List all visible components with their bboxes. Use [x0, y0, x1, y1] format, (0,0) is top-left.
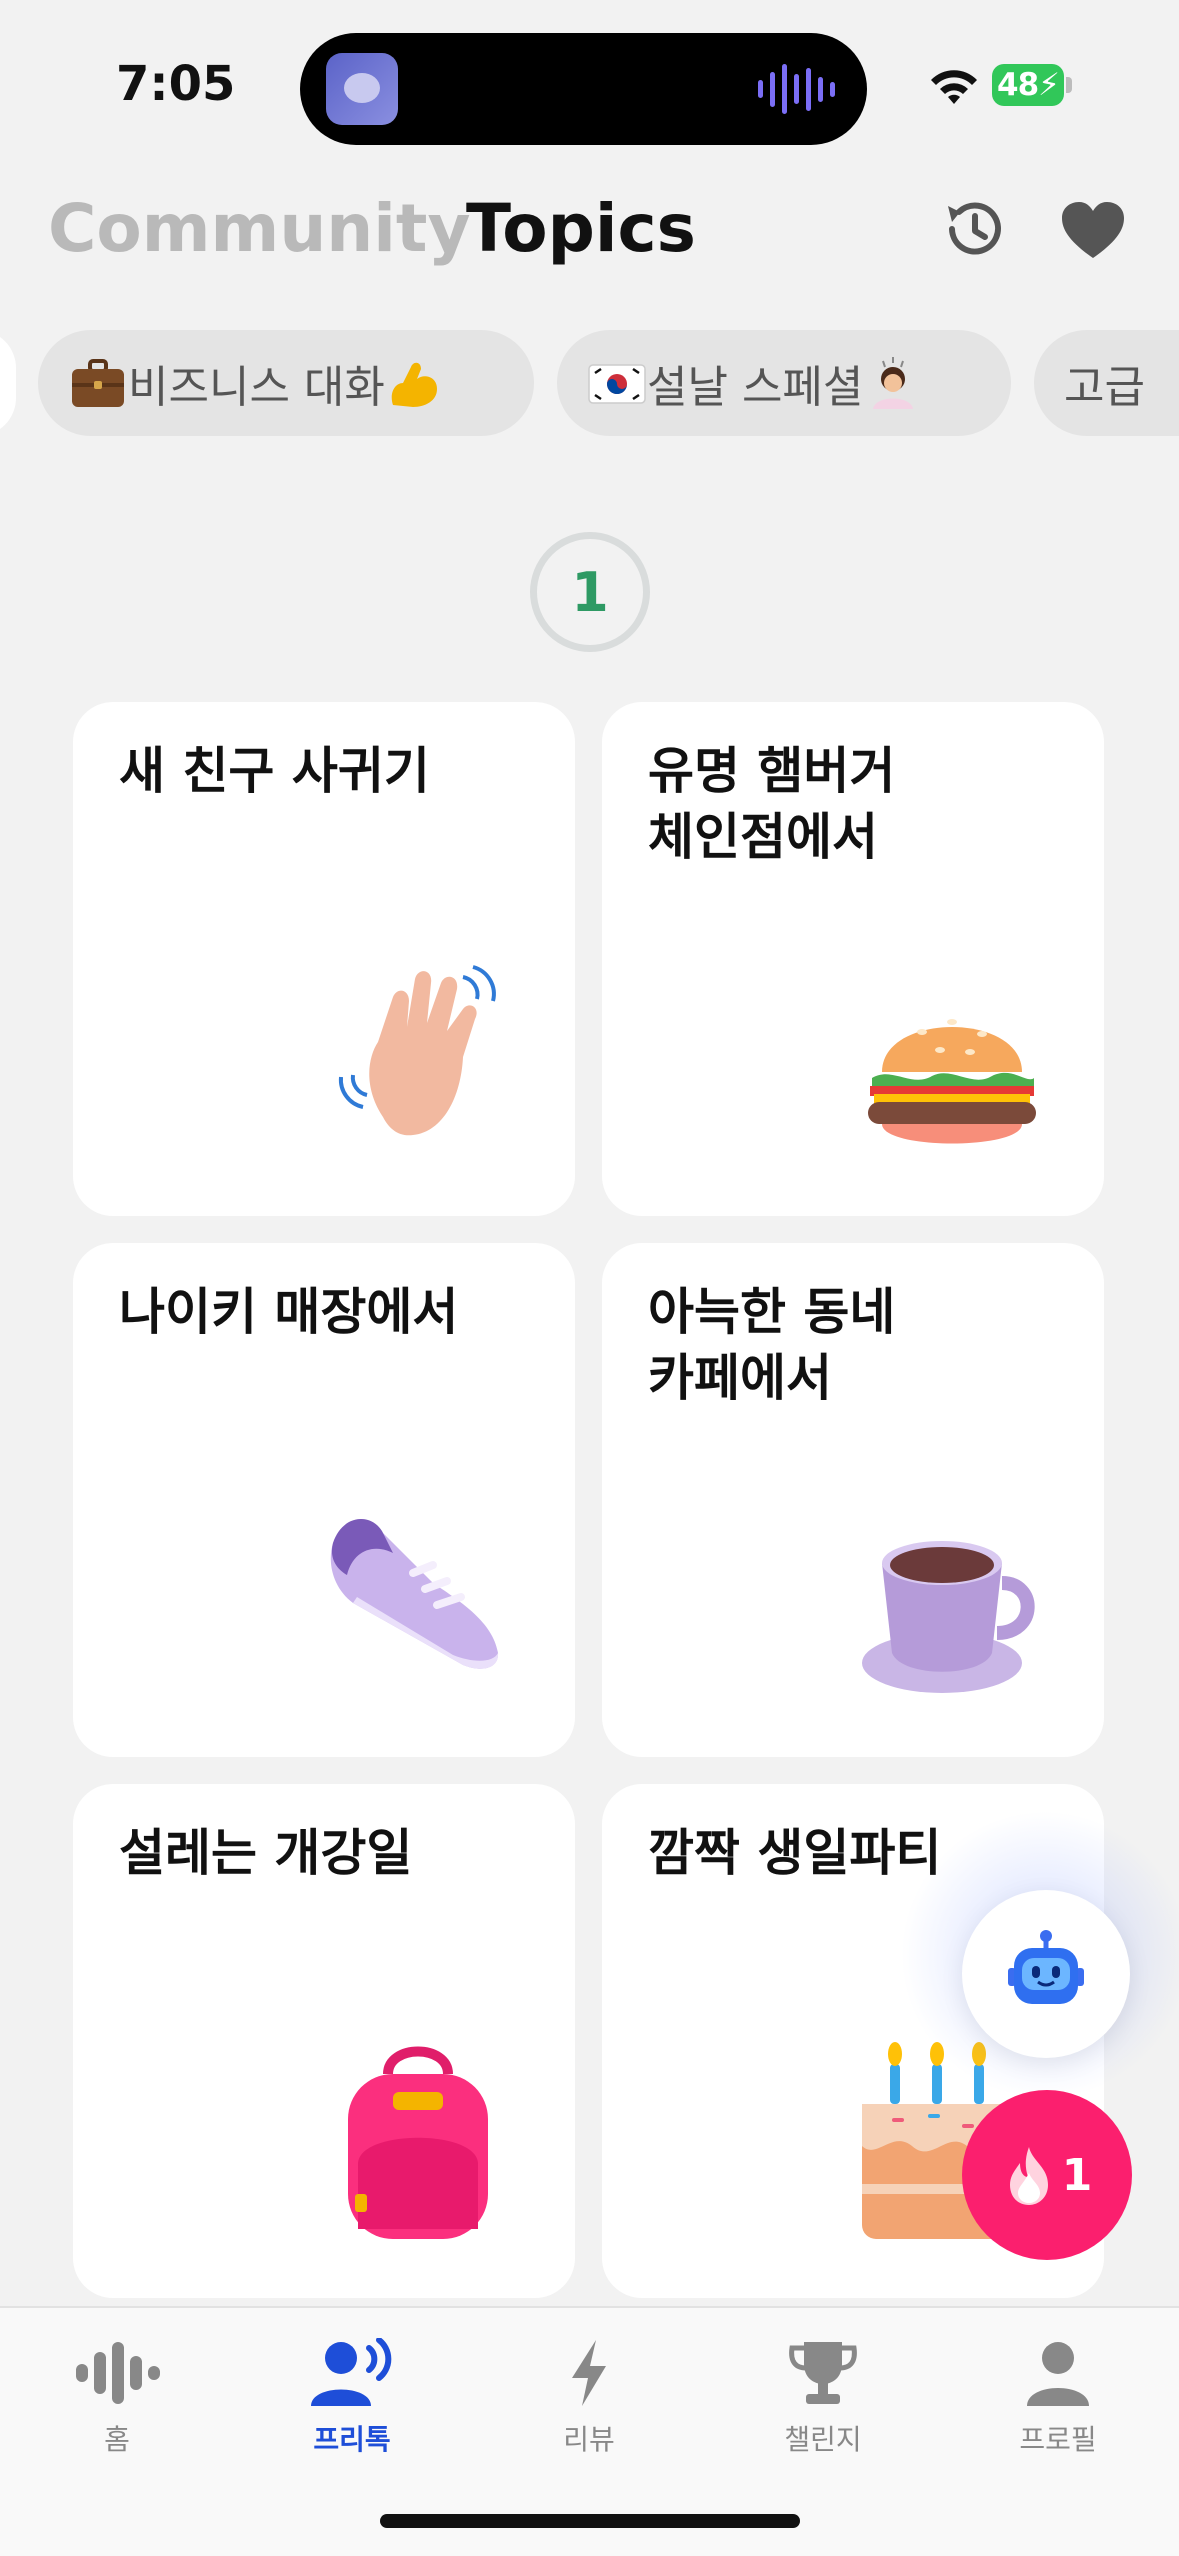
wave-bar [830, 81, 835, 97]
streak-button[interactable]: 1 [962, 2090, 1132, 2260]
topic-card[interactable]: 나이키 매장에서 [73, 1243, 575, 1757]
topic-card[interactable]: 새 친구 사귀기 [73, 702, 575, 1216]
category-chip[interactable] [0, 330, 16, 436]
tab-label: 프로필 [1019, 2423, 1097, 2456]
flexed-biceps-icon [391, 362, 437, 407]
tab-challenge[interactable]: 챌린지 [733, 2338, 913, 2458]
header: Community Topics [0, 180, 1179, 280]
app-icon [326, 53, 398, 125]
history-icon[interactable] [940, 194, 1010, 264]
person-icon [1027, 2342, 1089, 2406]
category-label: 고급 [1064, 362, 1145, 413]
robot-icon [1008, 1930, 1084, 2004]
tab-profile[interactable]: 프로필 [968, 2338, 1148, 2458]
topic-card[interactable]: 유명 햄버거 체인점에서 [602, 702, 1104, 1216]
topic-card-title: 유명 햄버거 체인점에서 [648, 742, 896, 866]
category-chip-business[interactable]: 비즈니스 대화 [38, 330, 534, 436]
topic-card-title: 아늑한 동네 카페에서 [648, 1283, 896, 1407]
topic-card[interactable]: 설레는 개강일 [73, 1784, 575, 2298]
dynamic-island[interactable] [300, 33, 867, 145]
status-time: 7:05 [116, 56, 236, 112]
hamburger-icon [868, 1019, 1036, 1144]
wave-bar [806, 67, 811, 111]
page-indicator: 1 [530, 532, 650, 652]
category-chip-advanced[interactable]: 고급 [1034, 330, 1179, 436]
wave-bar [758, 80, 763, 98]
battery-level: 48 [997, 67, 1039, 103]
topic-card-title: 새 친구 사귀기 [119, 742, 430, 800]
soundwave-icon [76, 2342, 160, 2404]
category-label: 설날 스페셜 [647, 362, 864, 413]
streak-count: 1 [1061, 2149, 1093, 2201]
category-chip-lunar-new-year[interactable]: 설날 스페셜 [557, 330, 1011, 436]
wave-bar [818, 76, 823, 102]
person-speaking-icon [311, 2338, 392, 2406]
tab-label: 리뷰 [563, 2423, 615, 2456]
battery-icon: 48 ⚡ [992, 64, 1072, 106]
fire-icon [1009, 2147, 1048, 2205]
waving-hand-icon [338, 965, 496, 1136]
tab-topics[interactable]: Topics [466, 190, 696, 267]
audio-wave-icon [758, 63, 835, 115]
wave-bar [782, 64, 787, 114]
coffee-cup-icon [862, 1541, 1035, 1693]
tab-label: 프리톡 [313, 2423, 391, 2456]
tab-community[interactable]: Community [48, 190, 471, 267]
wave-bar [794, 74, 799, 104]
category-chips: 비즈니스 대화 설날 스페셜 고급 [0, 330, 1179, 436]
tab-review[interactable]: 리뷰 [499, 2338, 679, 2458]
tab-home[interactable]: 홈 [27, 2338, 207, 2458]
sneaker-icon [330, 1519, 499, 1669]
trophy-icon [789, 2342, 857, 2404]
person-bowing-icon [873, 357, 914, 409]
tab-label: 챌린지 [784, 2423, 862, 2456]
category-label: 비즈니스 대화 [128, 362, 385, 413]
ai-assistant-button[interactable] [962, 1890, 1130, 2058]
briefcase-icon [72, 359, 124, 407]
wave-bar [770, 71, 775, 107]
topic-card-title: 나이키 매장에서 [119, 1283, 459, 1341]
lightning-icon [572, 2340, 606, 2406]
home-indicator[interactable] [380, 2514, 800, 2528]
status-bar: 7:05 48 ⚡ [0, 0, 1179, 160]
tab-label: 홈 [104, 2423, 130, 2456]
wifi-icon [931, 70, 977, 104]
korea-flag-icon [588, 364, 646, 404]
topic-card[interactable]: 아늑한 동네 카페에서 [602, 1243, 1104, 1757]
tab-free-talk[interactable]: 프리톡 [262, 2338, 442, 2458]
backpack-icon [348, 2046, 488, 2239]
heart-icon[interactable] [1060, 200, 1126, 260]
topic-card-title: 설레는 개강일 [119, 1824, 413, 1882]
